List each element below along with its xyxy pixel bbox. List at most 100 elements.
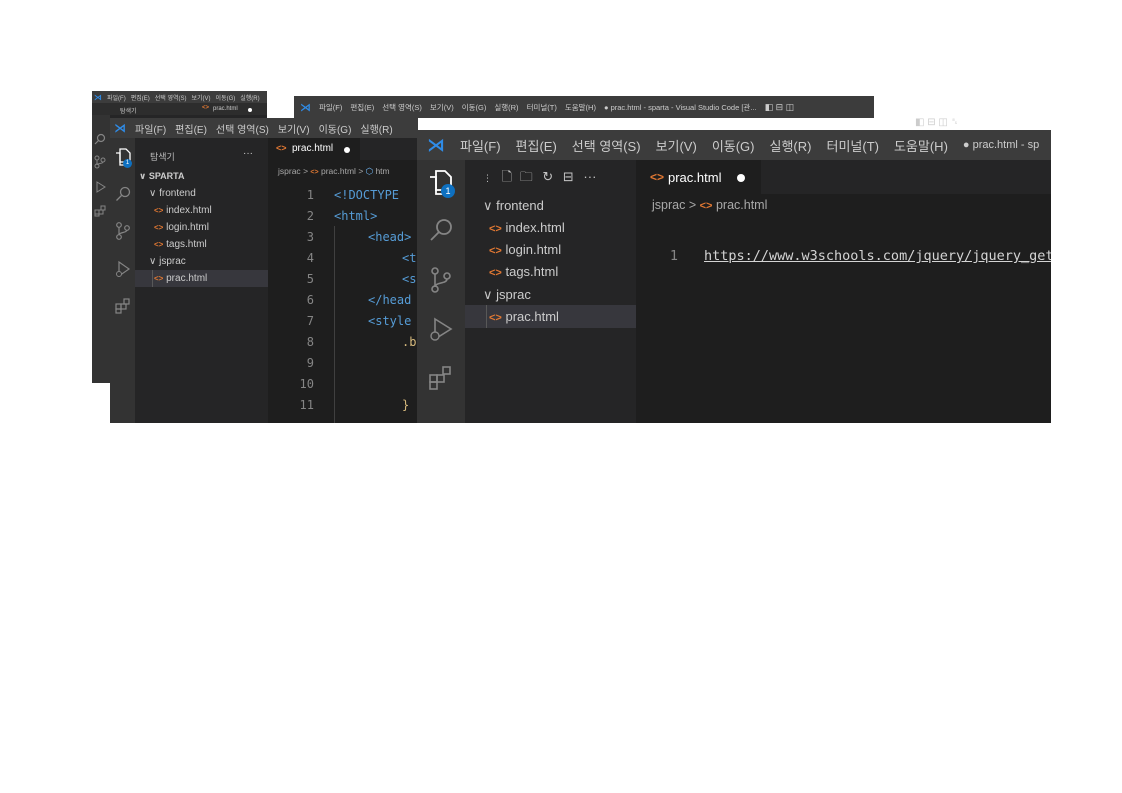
menu-go[interactable]: 이동(G) [216, 93, 236, 102]
extensions-icon[interactable] [429, 366, 453, 390]
extensions-icon[interactable] [94, 205, 106, 217]
html-file-icon: <> [650, 170, 665, 184]
breadcrumb-folder[interactable]: jsprac [278, 166, 301, 176]
search-icon[interactable] [429, 218, 453, 242]
breadcrumb-folder[interactable]: jsprac [652, 198, 685, 212]
menu-go[interactable]: 이동(G) [712, 136, 755, 155]
tree-item-login-html[interactable]: <> login.html [154, 222, 209, 233]
search-icon[interactable] [115, 186, 131, 202]
code-editor[interactable]: 1 2 3 4 5 6 7 8 9 10 11 <!DOCTYPE <html>… [268, 182, 418, 423]
vscode-logo: ⋊ [94, 92, 102, 102]
code-line: </head [368, 293, 412, 307]
root-folder-sparta[interactable]: ∨ SPARTA [139, 171, 185, 182]
tab-prac-html[interactable]: prac.html [213, 106, 238, 112]
menu-view[interactable]: 보기(V) [430, 102, 454, 113]
menu-selection[interactable]: 선택 영역(S) [382, 102, 422, 113]
run-debug-icon[interactable] [429, 316, 455, 342]
menu-file[interactable]: 파일(F) [107, 93, 126, 102]
html-file-icon: <> [489, 223, 502, 235]
explorer-icon[interactable]: 1 [115, 148, 132, 168]
refresh-icon[interactable]: ↻ [542, 169, 553, 184]
new-file-icon[interactable]: 🗋 [502, 169, 512, 184]
html-file-icon: <> [154, 223, 164, 232]
window-title: ● prac.html - sp [962, 139, 1040, 151]
line-number: 2 [306, 209, 314, 223]
line-number: 1 [669, 248, 678, 264]
tree-item-index-html[interactable]: <> index.html [489, 220, 565, 235]
line-number: 10 [299, 377, 314, 391]
breadcrumb-file[interactable]: prac.html [321, 166, 356, 176]
html-file-icon: <> [276, 143, 287, 153]
tree-item-prac-html[interactable]: <> prac.html [489, 309, 559, 324]
menu-edit[interactable]: 편집(E) [350, 102, 374, 113]
tab-prac-html[interactable]: <> prac.html [268, 138, 360, 160]
tree-item-tags-html[interactable]: <> tags.html [154, 239, 207, 250]
editor-area: <> prac.html jsprac > <> prac.html 1 htt… [636, 160, 1051, 423]
breadcrumb: jsprac > <> prac.html [652, 198, 767, 212]
menu-file[interactable]: 파일(F) [135, 121, 166, 136]
explorer-icon[interactable]: 1 [428, 170, 455, 198]
element-icon: ⬡ [365, 166, 374, 176]
menu-terminal[interactable]: 터미널(T) [527, 102, 557, 113]
code-line: } [402, 398, 410, 412]
run-debug-icon[interactable] [94, 181, 106, 193]
title-bar: ⋊ 파일(F) 편집(E) 선택 영역(S) 보기(V) 이동(G) 실행(R) [110, 118, 418, 138]
run-debug-icon[interactable] [115, 260, 131, 278]
menu-view[interactable]: 보기(V) [656, 136, 697, 155]
html-file-icon: <> [699, 200, 713, 212]
menu-run[interactable]: 실행(R) [360, 121, 392, 136]
tree-item-jsprac[interactable]: ∨ jsprac [149, 256, 186, 267]
menu-run[interactable]: 실행(R) [770, 136, 812, 155]
tree-item-login-html[interactable]: <> login.html [489, 242, 561, 257]
menu-help[interactable]: 도움말(H) [894, 136, 948, 155]
chevron-down-icon: ∨ [149, 188, 157, 199]
tree-item-jsprac[interactable]: ∨ jsprac [483, 287, 531, 303]
editor-area: <> prac.html jsprac > <> prac.html > ⬡ h… [268, 138, 418, 423]
menu-selection[interactable]: 선택 영역(S) [155, 93, 187, 102]
source-control-icon[interactable] [115, 222, 131, 240]
menu-go[interactable]: 이동(G) [462, 102, 487, 113]
breadcrumb-element[interactable]: htm [375, 166, 389, 176]
menu-go[interactable]: 이동(G) [319, 121, 352, 136]
code-line-url: https://www.w3schools.com/jquery/jquery_… [704, 248, 1051, 264]
tree-item-prac-html[interactable]: <> prac.html [154, 273, 207, 284]
menu-help[interactable]: 도움말(H) [565, 102, 596, 113]
more-actions-icon[interactable]: ··· [583, 169, 596, 184]
collapse-icon[interactable]: ⋮ [483, 173, 492, 183]
source-control-icon[interactable] [429, 267, 453, 293]
tab-prac-html[interactable]: <> prac.html [636, 160, 761, 194]
line-number: 3 [306, 230, 314, 244]
tree-item-frontend[interactable]: ∨ frontend [483, 198, 544, 214]
menu-selection[interactable]: 선택 영역(S) [572, 136, 641, 155]
search-icon[interactable] [94, 133, 106, 145]
source-control-icon[interactable] [94, 155, 106, 169]
more-actions-icon[interactable]: ··· [243, 148, 253, 159]
collapse-all-icon[interactable]: ⊟ [563, 169, 574, 184]
html-file-icon: <> [489, 312, 502, 324]
code-editor[interactable]: 1 https://www.w3schools.com/jquery/jquer… [636, 218, 1051, 423]
menu-selection[interactable]: 선택 영역(S) [216, 121, 269, 136]
tree-item-tags-html[interactable]: <> tags.html [489, 264, 558, 279]
explorer-title: 탐색기 [150, 152, 175, 162]
menu-view[interactable]: 보기(V) [278, 121, 310, 136]
line-number: 8 [306, 335, 314, 349]
breadcrumb-separator: > [688, 198, 697, 212]
extensions-icon[interactable] [115, 298, 131, 314]
menu-file[interactable]: 파일(F) [460, 136, 501, 155]
menu-edit[interactable]: 편집(E) [516, 136, 557, 155]
breadcrumb-file[interactable]: prac.html [716, 198, 767, 212]
menu-file[interactable]: 파일(F) [319, 102, 342, 113]
menu-run[interactable]: 실행(R) [494, 102, 518, 113]
menu-view[interactable]: 보기(V) [192, 93, 211, 102]
layout-icons[interactable]: ◧ ⊟ ◫ ␈ [915, 117, 959, 128]
menu-edit[interactable]: 편집(E) [131, 93, 150, 102]
vscode-window-left: ⋊ 파일(F) 편집(E) 선택 영역(S) 보기(V) 이동(G) 실행(R)… [110, 118, 418, 423]
layout-icons[interactable]: ◧ ⊟ ◫ [765, 102, 795, 113]
tree-item-frontend[interactable]: ∨ frontend [149, 188, 196, 199]
menu-run[interactable]: 실행(R) [240, 93, 259, 102]
new-folder-icon[interactable]: 🗀 [520, 169, 533, 184]
tree-item-index-html[interactable]: <> index.html [154, 205, 212, 216]
menu-edit[interactable]: 편집(E) [175, 121, 207, 136]
html-file-icon: <> [154, 206, 164, 215]
menu-terminal[interactable]: 터미널(T) [826, 136, 878, 155]
